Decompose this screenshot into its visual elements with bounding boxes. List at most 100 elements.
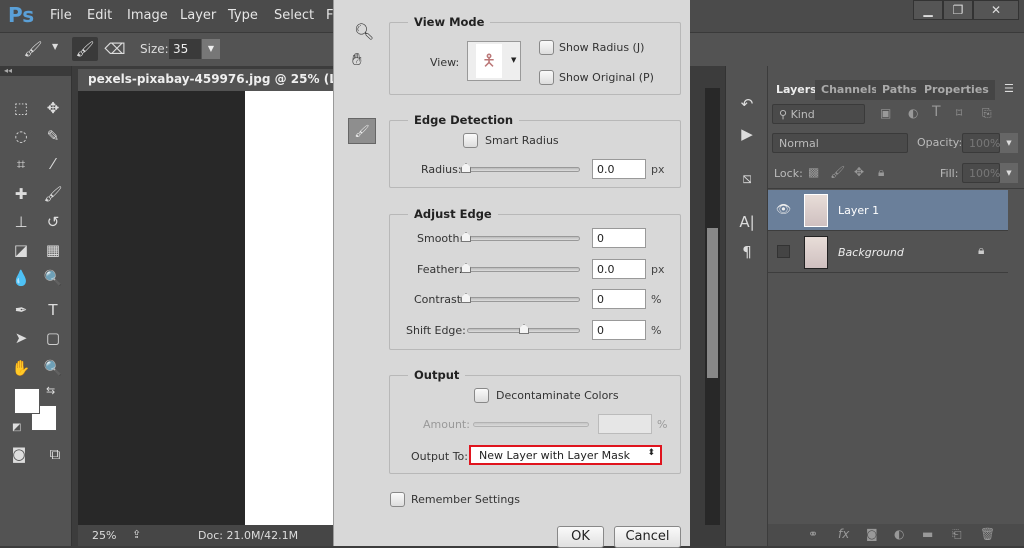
panel-menu-icon[interactable]: ☰ bbox=[1004, 82, 1014, 95]
path-selection-tool-icon[interactable]: ➤ bbox=[8, 326, 34, 350]
character-panel-icon[interactable]: A| bbox=[734, 210, 760, 234]
menu-file[interactable]: File bbox=[50, 8, 72, 23]
menu-layer[interactable]: Layer bbox=[180, 8, 216, 23]
blur-tool-icon[interactable]: 💧 bbox=[8, 266, 34, 290]
visibility-toggle-off[interactable] bbox=[777, 245, 790, 258]
smooth-slider[interactable] bbox=[460, 232, 580, 242]
menu-edit[interactable]: Edit bbox=[87, 8, 112, 23]
contrast-slider[interactable] bbox=[460, 293, 580, 303]
move-tool-icon[interactable]: ✥ bbox=[40, 96, 66, 120]
radius-input[interactable]: 0.0 bbox=[592, 159, 646, 179]
adjustment-layer-icon[interactable]: ◐ bbox=[894, 527, 904, 541]
opacity-input[interactable]: 100% bbox=[962, 133, 1000, 153]
tab-paths[interactable]: Paths bbox=[876, 80, 923, 100]
menu-image[interactable]: Image bbox=[127, 8, 168, 23]
minimize-button[interactable]: ▁ bbox=[913, 0, 943, 20]
feather-slider[interactable] bbox=[460, 263, 580, 273]
layer-name[interactable]: Background bbox=[838, 246, 904, 259]
clone-source-panel-icon[interactable]: ⧅ bbox=[734, 166, 760, 190]
tab-properties[interactable]: Properties bbox=[918, 80, 995, 100]
panel-collapse-handle[interactable]: ◂◂ bbox=[0, 66, 71, 76]
eraser-tool-icon[interactable]: ◪ bbox=[8, 238, 34, 262]
scrollbar-thumb[interactable] bbox=[707, 228, 718, 378]
history-panel-icon[interactable]: ↶ bbox=[734, 92, 760, 116]
decontaminate-colors-checkbox[interactable] bbox=[474, 388, 489, 403]
layer-row-layer-1[interactable]: 👁︎ Layer 1 bbox=[768, 190, 1008, 231]
zoom-tool-icon[interactable]: 🔍︎ bbox=[354, 22, 374, 41]
pen-tool-icon[interactable]: ✒ bbox=[8, 298, 34, 322]
feather-input[interactable]: 0.0 bbox=[592, 259, 646, 279]
filter-adjustment-icon[interactable]: ◐ bbox=[908, 106, 918, 120]
refine-radius-brush-icon[interactable]: 🖌 bbox=[72, 37, 98, 61]
default-colors-icon[interactable]: ◩ bbox=[12, 422, 21, 433]
opacity-dropdown-icon[interactable]: ▼ bbox=[1000, 133, 1018, 153]
shift-edge-input[interactable]: 0 bbox=[592, 320, 646, 340]
quick-mask-icon[interactable]: ◙ bbox=[6, 442, 32, 466]
menu-select[interactable]: Select bbox=[274, 8, 314, 23]
fill-dropdown-icon[interactable]: ▼ bbox=[1000, 163, 1018, 183]
paragraph-panel-icon[interactable]: ¶ bbox=[734, 240, 760, 264]
filter-pixel-icon[interactable]: ▣ bbox=[880, 106, 891, 120]
view-mode-picker[interactable]: 🯅 ▼ bbox=[467, 41, 521, 81]
size-input[interactable]: 35 bbox=[169, 39, 201, 59]
menu-type[interactable]: Type bbox=[228, 8, 258, 23]
new-group-icon[interactable]: ▬ bbox=[922, 527, 933, 541]
visibility-eye-icon[interactable]: 👁︎ bbox=[776, 202, 791, 216]
document-tab[interactable]: pexels-pixabay-459976.jpg @ 25% (Layer 1… bbox=[78, 69, 334, 91]
filter-kind-select[interactable]: ⚲ Kind bbox=[772, 104, 865, 124]
ok-button[interactable]: OK bbox=[557, 526, 604, 548]
layer-row-background[interactable]: Background 🔒︎ bbox=[768, 232, 1008, 273]
shift-edge-slider[interactable] bbox=[467, 324, 580, 334]
close-button[interactable]: ✕ bbox=[973, 0, 1019, 20]
lock-image-icon[interactable]: 🖌︎ bbox=[830, 165, 845, 179]
refine-radius-tool-icon[interactable]: 🖌 bbox=[20, 37, 46, 61]
brush-tool-icon[interactable]: 🖌 bbox=[40, 182, 66, 206]
healing-brush-tool-icon[interactable]: ✚ bbox=[8, 182, 34, 206]
lock-position-icon[interactable]: ✥ bbox=[854, 165, 864, 179]
smart-radius-checkbox[interactable] bbox=[463, 133, 478, 148]
type-tool-icon[interactable]: T bbox=[40, 298, 66, 322]
lasso-tool-icon[interactable]: ◌ bbox=[8, 124, 34, 148]
dodge-tool-icon[interactable]: 🔍 bbox=[40, 266, 66, 290]
swap-colors-icon[interactable]: ⇆ bbox=[46, 384, 55, 397]
remember-settings-checkbox[interactable] bbox=[390, 492, 405, 507]
share-icon[interactable]: ⇪ bbox=[132, 528, 141, 541]
canvas-vertical-scrollbar[interactable] bbox=[705, 88, 720, 525]
quick-selection-tool-icon[interactable]: ✎ bbox=[40, 124, 66, 148]
contrast-input[interactable]: 0 bbox=[592, 289, 646, 309]
clone-stamp-tool-icon[interactable]: ⊥ bbox=[8, 210, 34, 234]
zoom-level[interactable]: 25% bbox=[92, 529, 116, 542]
foreground-color-swatch[interactable] bbox=[14, 388, 40, 414]
lock-transparent-icon[interactable]: ▩ bbox=[808, 165, 819, 179]
cancel-button[interactable]: Cancel bbox=[614, 526, 681, 548]
tool-preset-dropdown-icon[interactable]: ▼ bbox=[52, 42, 58, 51]
screen-mode-icon[interactable]: ⧉ bbox=[42, 442, 68, 466]
eyedropper-tool-icon[interactable]: ⁄ bbox=[40, 152, 66, 176]
add-mask-icon[interactable]: ◙ bbox=[866, 527, 878, 541]
erase-refinements-icon[interactable]: ⌫ bbox=[102, 37, 128, 61]
hand-tool-icon[interactable]: ✋︎ bbox=[352, 50, 362, 70]
smooth-input[interactable]: 0 bbox=[592, 228, 646, 248]
fx-icon[interactable]: fx bbox=[838, 527, 849, 541]
filter-smart-object-icon[interactable]: ⎘ bbox=[982, 106, 992, 121]
restore-button[interactable]: ❐ bbox=[943, 0, 973, 20]
link-layers-icon[interactable]: ⚭ bbox=[808, 527, 818, 541]
actions-panel-icon[interactable]: ▶ bbox=[734, 122, 760, 146]
radius-slider[interactable] bbox=[460, 163, 580, 173]
show-radius-checkbox[interactable] bbox=[539, 40, 554, 55]
marquee-tool-icon[interactable]: ⬚ bbox=[8, 96, 34, 120]
lock-all-icon[interactable]: 🔒︎ bbox=[878, 165, 884, 180]
layer-name[interactable]: Layer 1 bbox=[838, 204, 879, 217]
size-dropdown-icon[interactable]: ▼ bbox=[202, 39, 220, 59]
filter-type-icon[interactable]: T bbox=[932, 104, 941, 120]
hand-tool-icon[interactable]: ✋ bbox=[8, 356, 34, 380]
tab-channels[interactable]: Channels bbox=[815, 80, 884, 100]
show-original-checkbox[interactable] bbox=[539, 70, 554, 85]
shape-tool-icon[interactable]: ▢ bbox=[40, 326, 66, 350]
output-to-select[interactable]: New Layer with Layer Mask ⬍ bbox=[469, 445, 662, 465]
refine-radius-tool-icon[interactable]: 🖌︎ bbox=[348, 118, 376, 144]
history-brush-tool-icon[interactable]: ↺ bbox=[40, 210, 66, 234]
filter-shape-icon[interactable]: ⌑ bbox=[956, 106, 962, 120]
crop-tool-icon[interactable]: ⌗ bbox=[8, 152, 34, 176]
fill-input[interactable]: 100% bbox=[962, 163, 1000, 183]
